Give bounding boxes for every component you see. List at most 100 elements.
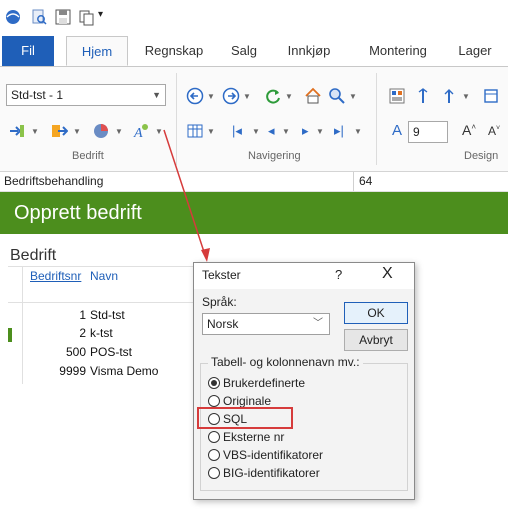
tekster-dialog: Tekster ? X Språk: Norsk ﹀ OK Avbryt Tab… bbox=[193, 262, 415, 500]
language-select[interactable]: Norsk ﹀ bbox=[202, 313, 330, 335]
back-circle-icon[interactable] bbox=[186, 87, 204, 105]
section-title: Bedrift bbox=[10, 247, 57, 264]
group-label-design: Design bbox=[464, 150, 499, 162]
tab-hjem[interactable]: Hjem bbox=[66, 36, 128, 66]
previous-record-icon[interactable]: ◂ bbox=[268, 123, 275, 139]
cell-navn: Std-tst bbox=[90, 308, 125, 322]
export-icon[interactable] bbox=[50, 122, 68, 140]
radio-empty-icon bbox=[208, 395, 220, 407]
help-button[interactable]: ? bbox=[335, 267, 342, 282]
font-size-value: 9 bbox=[413, 125, 420, 139]
page-header: Opprett bedrift bbox=[0, 192, 508, 234]
status-row: Bedriftsbehandling 64 bbox=[0, 172, 508, 192]
row-selection-marker bbox=[8, 328, 12, 342]
column-insert-icon[interactable] bbox=[414, 87, 432, 105]
cell-bedriftsnr: 500 bbox=[65, 345, 86, 359]
company-select[interactable]: Std-tst - 1 ▼ bbox=[6, 84, 166, 106]
tab-fil[interactable]: Fil bbox=[2, 36, 54, 66]
import-icon[interactable] bbox=[8, 122, 26, 140]
column-move-dropdown[interactable]: ▼ bbox=[462, 92, 470, 101]
radio-label: VBS-identifikatorer bbox=[223, 448, 324, 462]
close-button[interactable]: X bbox=[382, 265, 393, 283]
next-record-icon[interactable]: ▸ bbox=[302, 123, 309, 139]
previous-record-dropdown[interactable]: ▼ bbox=[282, 127, 290, 136]
shrink-font-icon[interactable]: A˅ bbox=[488, 124, 500, 138]
cell-bedriftsnr: 2 bbox=[79, 326, 86, 340]
group-divider bbox=[176, 73, 177, 165]
tab-salg[interactable]: Salg bbox=[222, 36, 266, 66]
font-style-icon[interactable]: A bbox=[132, 122, 150, 140]
dialog-titlebar[interactable]: Tekster ? X bbox=[194, 263, 414, 289]
dialog-title: Tekster bbox=[202, 268, 241, 282]
layout-grid-icon[interactable] bbox=[388, 87, 406, 105]
status-divider bbox=[353, 172, 354, 191]
company-table: Bedriftsnr Navn 1 Std-tst 2 k-tst 500 PO… bbox=[8, 266, 198, 390]
tab-montering[interactable]: Montering bbox=[360, 36, 436, 66]
chevron-down-icon: ▼ bbox=[152, 90, 161, 100]
ok-button[interactable]: OK bbox=[344, 302, 408, 324]
radio-label: Eksterne nr bbox=[223, 430, 285, 444]
first-record-dropdown[interactable]: ▼ bbox=[252, 127, 260, 136]
radio-empty-icon bbox=[208, 431, 220, 443]
annotation-arrow-head bbox=[201, 248, 210, 262]
grid-line bbox=[8, 302, 198, 303]
grow-font-icon[interactable]: A˄ bbox=[462, 122, 476, 138]
table-dropdown[interactable]: ▼ bbox=[207, 127, 215, 136]
ribbon-panel: Std-tst - 1 ▼ ▼ ▼ ▼ A ▼ Bedrift ▼ ▼ ▼ ▼ … bbox=[0, 66, 508, 172]
app-globe-icon[interactable] bbox=[4, 8, 22, 26]
refresh-icon[interactable] bbox=[264, 87, 282, 105]
next-record-dropdown[interactable]: ▼ bbox=[316, 127, 324, 136]
column-move-icon[interactable] bbox=[440, 87, 458, 105]
svg-text:A: A bbox=[133, 126, 143, 140]
radio-eksterne-nr[interactable]: Eksterne nr bbox=[208, 429, 284, 445]
tab-innkjop[interactable]: Innkjøp bbox=[280, 36, 338, 66]
copy-icon[interactable] bbox=[78, 8, 96, 26]
radio-brukerdefinerte[interactable]: Brukerdefinerte bbox=[208, 375, 305, 391]
cell-navn: k-tst bbox=[90, 326, 113, 340]
import-dropdown[interactable]: ▼ bbox=[31, 127, 39, 136]
status-module-label: Bedriftsbehandling bbox=[4, 174, 104, 188]
group-divider bbox=[376, 73, 377, 165]
customize-qat-dropdown[interactable]: ▾ bbox=[98, 9, 103, 20]
radio-label: Originale bbox=[223, 394, 272, 408]
radio-selected-icon bbox=[208, 377, 220, 389]
cell-navn: POS-tst bbox=[90, 345, 133, 359]
search-doc-icon[interactable] bbox=[30, 8, 48, 26]
radio-vbs-identifikatorer[interactable]: VBS-identifikatorer bbox=[208, 447, 323, 463]
export-dropdown[interactable]: ▼ bbox=[73, 127, 81, 136]
language-label: Språk: bbox=[202, 295, 237, 309]
forward-circle-icon[interactable] bbox=[222, 87, 240, 105]
name-type-group-label: Tabell- og kolonnenavn mv.: bbox=[208, 355, 363, 369]
last-record-icon[interactable]: ▸| bbox=[334, 123, 344, 139]
forward-dropdown[interactable]: ▼ bbox=[243, 92, 251, 101]
grid-line bbox=[22, 266, 23, 384]
group-label-bedrift: Bedrift bbox=[72, 150, 104, 162]
font-size-input[interactable]: 9 bbox=[408, 121, 448, 143]
status-number: 64 bbox=[359, 174, 373, 188]
first-record-icon[interactable]: |◂ bbox=[232, 123, 242, 139]
group-label-navigering: Navigering bbox=[248, 150, 301, 162]
radio-big-identifikatorer[interactable]: BIG-identifikatorer bbox=[208, 465, 320, 481]
search-dropdown[interactable]: ▼ bbox=[349, 92, 357, 101]
column-header-bedriftsnr[interactable]: Bedriftsnr bbox=[30, 266, 81, 298]
page-title: Opprett bedrift bbox=[14, 202, 142, 224]
chart-pie-icon[interactable] bbox=[92, 122, 110, 140]
cell-bedriftsnr: 1 bbox=[79, 308, 86, 322]
tab-lager[interactable]: Lager bbox=[450, 36, 500, 66]
last-record-dropdown[interactable]: ▼ bbox=[354, 127, 362, 136]
language-select-value: Norsk bbox=[207, 317, 239, 331]
table-icon[interactable] bbox=[186, 122, 204, 140]
ribbon-tabs: Fil Hjem Regnskap Salg Innkjøp Montering… bbox=[0, 36, 508, 66]
radio-empty-icon bbox=[208, 467, 220, 479]
column-header-navn[interactable]: Navn bbox=[90, 266, 118, 298]
cancel-button[interactable]: Avbryt bbox=[344, 329, 408, 351]
tab-regnskap[interactable]: Regnskap bbox=[140, 36, 208, 66]
refresh-dropdown[interactable]: ▼ bbox=[285, 92, 293, 101]
home-icon[interactable] bbox=[304, 87, 322, 105]
chart-dropdown[interactable]: ▼ bbox=[115, 127, 123, 136]
save-icon[interactable] bbox=[54, 8, 72, 26]
panel-icon[interactable] bbox=[482, 87, 500, 105]
back-dropdown[interactable]: ▼ bbox=[207, 92, 215, 101]
font-style-dropdown[interactable]: ▼ bbox=[155, 127, 163, 136]
search-icon[interactable] bbox=[328, 87, 346, 105]
